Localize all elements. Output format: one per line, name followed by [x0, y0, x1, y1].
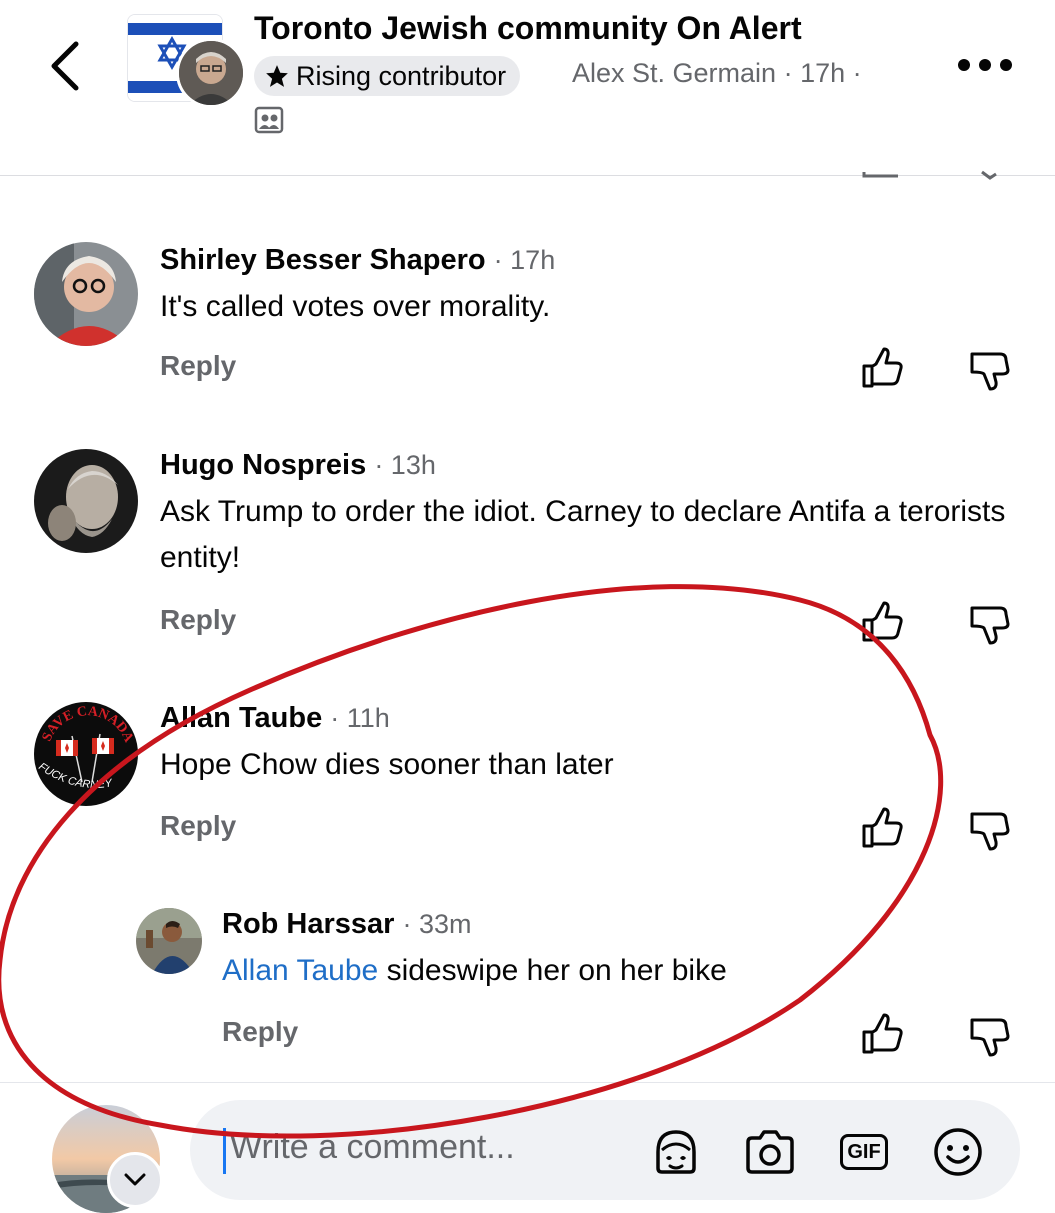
avatar-sticker-icon[interactable]	[648, 1124, 704, 1180]
author-avatar[interactable]	[176, 38, 246, 108]
dislike-icon[interactable]	[968, 808, 1012, 852]
comment-text: Allan Taube sideswipe her on her bike	[222, 948, 1022, 994]
commenter-name[interactable]: Hugo Nospreis	[160, 449, 366, 481]
mention-link[interactable]: Allan Taube	[222, 954, 378, 987]
text-caret	[223, 1128, 226, 1174]
comment-text: Ask Trump to order the idiot. Carney to …	[160, 495, 1006, 574]
like-icon-partial	[862, 172, 898, 178]
like-icon[interactable]	[860, 806, 904, 850]
dislike-icon[interactable]	[968, 348, 1012, 392]
star-icon	[266, 65, 288, 87]
comment-time: · 13h	[374, 450, 436, 480]
dislike-icon[interactable]	[968, 602, 1012, 646]
dislike-icon-partial	[981, 170, 997, 180]
commenter-avatar[interactable]	[34, 242, 138, 346]
author-meta[interactable]: Alex St. Germain · 17h ·	[572, 58, 862, 89]
commenter-avatar[interactable]	[34, 449, 138, 553]
gif-icon[interactable]: GIF	[836, 1124, 892, 1180]
comment-text: It's called votes over morality.	[160, 290, 551, 323]
like-icon[interactable]	[860, 1012, 904, 1056]
commenter-name[interactable]: Allan Taube	[160, 702, 322, 734]
comment-time: · 17h	[493, 245, 556, 275]
commenter-avatar[interactable]: SAVE CANADA FUCK CARNEY	[34, 702, 138, 806]
back-arrow-icon[interactable]	[40, 38, 90, 94]
group-name[interactable]: Toronto Jewish community On Alert	[254, 10, 802, 47]
emoji-icon[interactable]	[930, 1124, 986, 1180]
badge-label: Rising contributor	[296, 60, 507, 91]
reply-button[interactable]: Reply	[222, 1016, 298, 1048]
gif-label: GIF	[840, 1134, 888, 1170]
reply-button[interactable]: Reply	[160, 810, 236, 842]
more-icon[interactable]	[958, 52, 1020, 78]
commenter-name[interactable]: Rob Harssar	[222, 908, 394, 940]
like-icon[interactable]	[860, 346, 904, 390]
camera-icon[interactable]	[742, 1124, 798, 1180]
like-icon[interactable]	[860, 600, 904, 644]
members-icon	[254, 106, 284, 134]
comment-input[interactable]: Write a comment... GIF	[190, 1100, 1020, 1200]
contributor-badge: Rising contributor	[254, 56, 521, 96]
post-header: Toronto Jewish community On Alert Rising…	[0, 0, 1055, 176]
reply-button[interactable]: Reply	[160, 604, 236, 636]
comment-body: sideswipe her on her bike	[378, 954, 727, 987]
comment-time: · 33m	[402, 909, 472, 939]
dislike-icon[interactable]	[968, 1014, 1012, 1058]
commenter-name[interactable]: Shirley Besser Shapero	[160, 244, 486, 276]
comment-time: · 11h	[330, 703, 390, 733]
reply-button[interactable]: Reply	[160, 350, 236, 382]
commenter-avatar[interactable]	[136, 908, 202, 974]
comment-text: Hope Chow dies sooner than later	[160, 748, 614, 781]
comment-placeholder: Write a comment...	[230, 1128, 515, 1166]
